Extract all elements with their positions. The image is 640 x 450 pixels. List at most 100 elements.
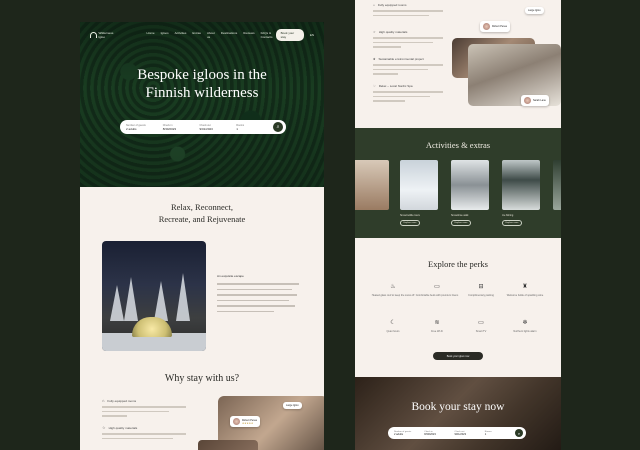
activity-label: Ice fishing: [502, 214, 514, 217]
nav-link[interactable]: Igloos: [161, 31, 169, 39]
landing-page-mockup: Wilderness Igloo Home Igloos Activities …: [80, 22, 324, 450]
perk-text: Welcome bottle of sparkling wine: [506, 294, 544, 297]
field-value: 1: [484, 432, 487, 436]
nav-link[interactable]: About us: [207, 31, 215, 39]
perk-item: ≋ Free Wi-Fi: [413, 319, 461, 334]
explore-more-button[interactable]: Explore more: [502, 220, 522, 226]
activity-card-image[interactable]: [400, 160, 438, 210]
feature-title: Fully equipped rooms: [377, 3, 407, 7]
tree-shape: [110, 285, 124, 321]
feature-item: ☆ High quality materials: [373, 30, 443, 48]
moon-icon: ☾: [390, 320, 396, 326]
language-selector[interactable]: EN: [310, 33, 314, 37]
heart-icon: ♡: [373, 84, 376, 88]
field-value: 2 adults: [394, 432, 404, 436]
tree-shape: [124, 277, 138, 321]
about-heading: An exquisite escape: [217, 274, 244, 278]
star-icon: ☆: [373, 30, 376, 34]
feature-title: Sustainable environmental project: [378, 57, 424, 61]
field-value: 1: [236, 126, 238, 131]
checkin-field[interactable]: Check in 8/30/2023: [424, 431, 451, 436]
bed-icon: ▭: [434, 284, 440, 290]
nav-link[interactable]: Home: [147, 31, 155, 39]
nav-link[interactable]: Activities: [175, 31, 187, 39]
logo[interactable]: Wilderness Igloo: [90, 31, 119, 39]
rooms-field[interactable]: Rooms 1: [236, 124, 269, 131]
book-stay-section: Book your stay now Number of guests 2 adu…: [355, 377, 561, 450]
rating-stars: ★★★★★: [242, 421, 254, 425]
nav-link[interactable]: Extras: [192, 31, 201, 39]
hero-title: Bespoke igloos in the Finnish wilderness: [80, 66, 324, 102]
feature-title: High quality materials: [108, 425, 138, 430]
avatar: [233, 418, 240, 425]
room-tag-chip: Large Igloo: [283, 402, 302, 409]
book-stay-title: Book your stay now: [411, 401, 505, 413]
avatar: [524, 97, 531, 104]
perk-item: ♨ Heated glass roof to keep the snow off: [369, 283, 417, 298]
logo-text: Wilderness Igloo: [98, 31, 114, 39]
hero-title-line: Finnish wilderness: [145, 85, 259, 101]
activity-card-image[interactable]: [553, 160, 561, 210]
feature-item: ♡ Relax – Local Nordic Spa: [373, 84, 443, 102]
nav-link[interactable]: FAQs & Contacts: [261, 31, 276, 39]
about-text-placeholder: [217, 283, 299, 316]
activity-card-image[interactable]: [502, 160, 540, 210]
room-tag-chip: Large Igloo: [525, 7, 544, 14]
home-icon: ⌂: [102, 398, 105, 403]
hero-title-line: Bespoke igloos in the: [137, 67, 267, 83]
feature-title: Fully equipped rooms: [107, 398, 137, 403]
activity-label: Snowmobile tours: [400, 214, 420, 217]
feature-item: ❦ Sustainable environmental project: [373, 57, 443, 75]
explore-more-button[interactable]: Explore more: [451, 220, 471, 226]
search-button[interactable]: ⌕: [273, 122, 283, 132]
activities-title: Activities & extras: [425, 140, 491, 150]
car-icon: ⊟: [478, 284, 484, 290]
thermometer-icon: ♨: [390, 284, 396, 290]
perks-section: Explore the perks ♨ Heated glass roof to …: [355, 247, 561, 372]
book-igloo-button[interactable]: Book your igloo now: [433, 352, 483, 360]
home-icon: ⌂: [373, 3, 375, 7]
explore-more-button[interactable]: Explore more: [400, 220, 420, 226]
details-page-mockup: ⌂ Fully equipped rooms ☆ High quality mate…: [355, 0, 561, 450]
perk-item: ❄ Northern lights alarm: [501, 319, 549, 334]
guests-field[interactable]: Number of guests 2 adults: [394, 431, 421, 436]
feature-item: ⌂ Fully equipped rooms: [373, 3, 443, 16]
perk-item: ☾ Quiet hours: [369, 319, 417, 334]
star-icon: ☆: [102, 425, 106, 430]
book-stay-button[interactable]: Book your stay: [275, 29, 304, 41]
bottle-icon: ♜: [522, 284, 528, 290]
guests-field[interactable]: Number of guests 2 adults: [126, 124, 159, 131]
field-value: 9/01/2023: [199, 126, 213, 131]
igloo-logo-icon: [90, 32, 97, 38]
nav-link[interactable]: Reviews: [243, 31, 254, 39]
field-value: 8/30/2023: [424, 432, 436, 436]
perk-text: Free Wi-Fi: [431, 330, 443, 333]
perk-item: ▭ Comfortable beds with premium linens: [413, 283, 461, 298]
rooms-field[interactable]: Rooms 1: [485, 431, 512, 436]
tree-shape: [154, 281, 168, 321]
search-icon: ⌕: [517, 430, 521, 436]
perk-text: Heated glass roof to keep the snow off: [371, 294, 415, 297]
field-value: 9/01/2023: [454, 432, 467, 436]
activity-card-image[interactable]: [451, 160, 489, 210]
review-chip: Robert Perea: [480, 21, 510, 32]
perk-text: Comfortable beds with premium linens: [415, 294, 459, 297]
feature-title: Relax – Local Nordic Spa: [378, 84, 413, 88]
booking-search-bar: Number of guests 2 adults Check in 8/30/20…: [120, 120, 286, 134]
wifi-icon: ≋: [434, 320, 440, 326]
perk-text: Quiet hours: [386, 330, 400, 333]
search-button[interactable]: ⌕: [515, 429, 523, 437]
feature-item: ⌂ Fully equipped rooms: [102, 398, 186, 417]
feature-item: ☆ High quality materials: [102, 425, 186, 439]
checkout-field[interactable]: Check out 9/01/2023: [455, 431, 482, 436]
checkin-field[interactable]: Check in 8/30/2023: [163, 124, 196, 131]
activity-card-image[interactable]: [355, 160, 389, 210]
feature-title: High quality materials: [378, 30, 408, 34]
igloo-night-image: [102, 241, 206, 351]
nav-link[interactable]: Destinations: [221, 31, 238, 39]
intro-line: Relax, Reconnect,: [170, 202, 234, 212]
checkout-field[interactable]: Check out 9/01/2023: [200, 124, 233, 131]
review-chip: Sarah Lane: [521, 95, 549, 106]
tv-icon: ▭: [478, 320, 484, 326]
avatar: [483, 23, 490, 30]
